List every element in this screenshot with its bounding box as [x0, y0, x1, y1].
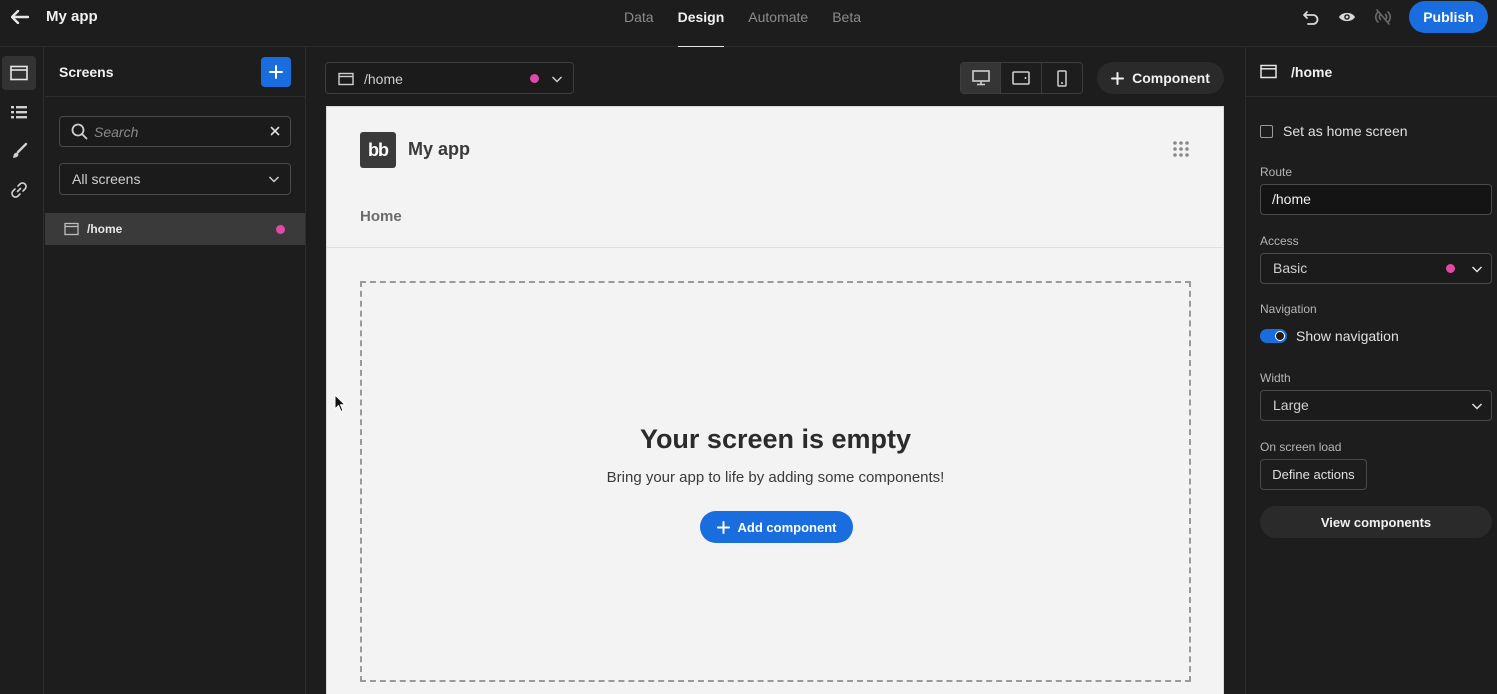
- show-navigation-row[interactable]: Show navigation: [1260, 328, 1399, 344]
- mobile-view-button[interactable]: [1042, 63, 1082, 93]
- access-role-dot: [530, 74, 539, 83]
- component-tree-icon[interactable]: [2, 95, 36, 129]
- screen-route-label: /home: [87, 222, 123, 236]
- tab-design[interactable]: Design: [677, 0, 724, 48]
- top-actions: [1300, 7, 1394, 27]
- mouse-cursor-icon: [334, 394, 346, 413]
- screens-rail-icon[interactable]: [2, 56, 36, 90]
- tablet-icon: [1012, 71, 1030, 85]
- screen-settings-panel: /home Set as home screen Route /home Acc…: [1245, 47, 1497, 694]
- route-input[interactable]: /home: [1260, 184, 1492, 215]
- tab-beta[interactable]: Beta: [832, 0, 861, 47]
- add-component-label: Add component: [737, 519, 837, 535]
- link-icon[interactable]: [2, 173, 36, 207]
- broadcast-off-icon[interactable]: [1372, 7, 1394, 27]
- search-icon: [71, 123, 88, 140]
- width-select[interactable]: Large: [1260, 390, 1492, 421]
- define-actions-button[interactable]: Define actions: [1260, 459, 1367, 490]
- tab-automate[interactable]: Automate: [748, 0, 808, 47]
- home-screen-checkbox[interactable]: [1260, 124, 1273, 138]
- clear-icon[interactable]: [268, 124, 282, 138]
- empty-state-title: Your screen is empty: [639, 424, 912, 454]
- home-screen-label: Set as home screen: [1283, 123, 1408, 139]
- canvas-area: /home Component bb My app Home Your scre…: [306, 47, 1244, 694]
- preview-header: bb My app Home: [327, 107, 1223, 248]
- on-load-label: On screen load: [1260, 440, 1342, 454]
- route-select[interactable]: /home: [325, 62, 574, 94]
- add-component-button[interactable]: Add component: [700, 511, 853, 543]
- app-preview: bb My app Home Your screen is empty Brin…: [326, 106, 1224, 694]
- add-component-toolbar-button[interactable]: Component: [1097, 62, 1224, 94]
- main-nav-tabs: Data Design Automate Beta: [624, 0, 861, 48]
- screens-panel-header: Screens: [45, 47, 305, 97]
- screens-panel: Screens All screens /home: [45, 47, 306, 694]
- app-title: My app: [46, 8, 98, 25]
- preview-app-title: My app: [408, 139, 471, 159]
- chevron-down-icon: [1471, 403, 1483, 410]
- empty-screen-dropzone: Your screen is empty Bring your app to l…: [360, 281, 1191, 682]
- search-input[interactable]: [94, 117, 264, 146]
- screen-icon: [338, 72, 354, 86]
- plus-icon: [269, 65, 283, 79]
- filter-select-value: All screens: [72, 171, 141, 187]
- chevron-down-icon: [1471, 266, 1483, 273]
- desktop-view-button[interactable]: [961, 63, 1002, 93]
- empty-state-subtitle: Bring your app to life by adding some co…: [606, 469, 945, 486]
- tablet-view-button[interactable]: [1001, 63, 1042, 93]
- chevron-down-icon: [268, 176, 280, 183]
- theme-brush-icon[interactable]: [2, 134, 36, 168]
- chevron-down-icon: [551, 76, 563, 83]
- screen-filter-select[interactable]: All screens: [59, 163, 291, 195]
- navigation-label: Navigation: [1260, 302, 1317, 316]
- publish-button[interactable]: Publish: [1409, 1, 1488, 33]
- screens-panel-title: Screens: [59, 64, 114, 80]
- desktop-icon: [971, 70, 990, 86]
- tab-data[interactable]: Data: [624, 0, 654, 47]
- show-navigation-label: Show navigation: [1296, 328, 1399, 344]
- settings-title: /home: [1291, 64, 1333, 80]
- screen-icon: [1260, 64, 1277, 79]
- plus-icon: [716, 520, 730, 534]
- top-bar: My app Data Design Automate Beta Publish: [0, 0, 1497, 48]
- route-select-value: /home: [364, 71, 403, 87]
- settings-header: /home: [1246, 47, 1497, 97]
- preview-eye-icon[interactable]: [1336, 7, 1358, 27]
- access-label: Access: [1260, 234, 1299, 248]
- access-role-dot: [1446, 264, 1455, 273]
- access-select-value: Basic: [1273, 260, 1308, 276]
- back-arrow-icon[interactable]: [8, 6, 32, 28]
- screen-search-field[interactable]: [59, 116, 291, 147]
- mobile-icon: [1057, 69, 1067, 87]
- preview-nav-home[interactable]: Home: [360, 208, 402, 225]
- component-button-label: Component: [1132, 70, 1210, 86]
- left-rail: [0, 47, 44, 694]
- add-screen-button[interactable]: [261, 57, 291, 87]
- show-navigation-toggle[interactable]: [1260, 329, 1287, 343]
- app-grid-menu-icon[interactable]: [1172, 140, 1190, 158]
- width-label: Width: [1260, 371, 1291, 385]
- app-logo: bb: [360, 132, 396, 168]
- screen-icon: [64, 222, 79, 236]
- view-components-button[interactable]: View components: [1260, 506, 1492, 538]
- home-screen-checkbox-row[interactable]: Set as home screen: [1260, 123, 1408, 139]
- plus-icon: [1111, 71, 1125, 85]
- undo-icon[interactable]: [1300, 7, 1322, 27]
- route-label: Route: [1260, 165, 1293, 179]
- access-select[interactable]: Basic: [1260, 253, 1492, 284]
- screen-list-item[interactable]: /home: [45, 213, 305, 245]
- access-role-dot: [276, 225, 285, 234]
- device-toggle-group: [960, 62, 1083, 94]
- width-select-value: Large: [1273, 397, 1309, 413]
